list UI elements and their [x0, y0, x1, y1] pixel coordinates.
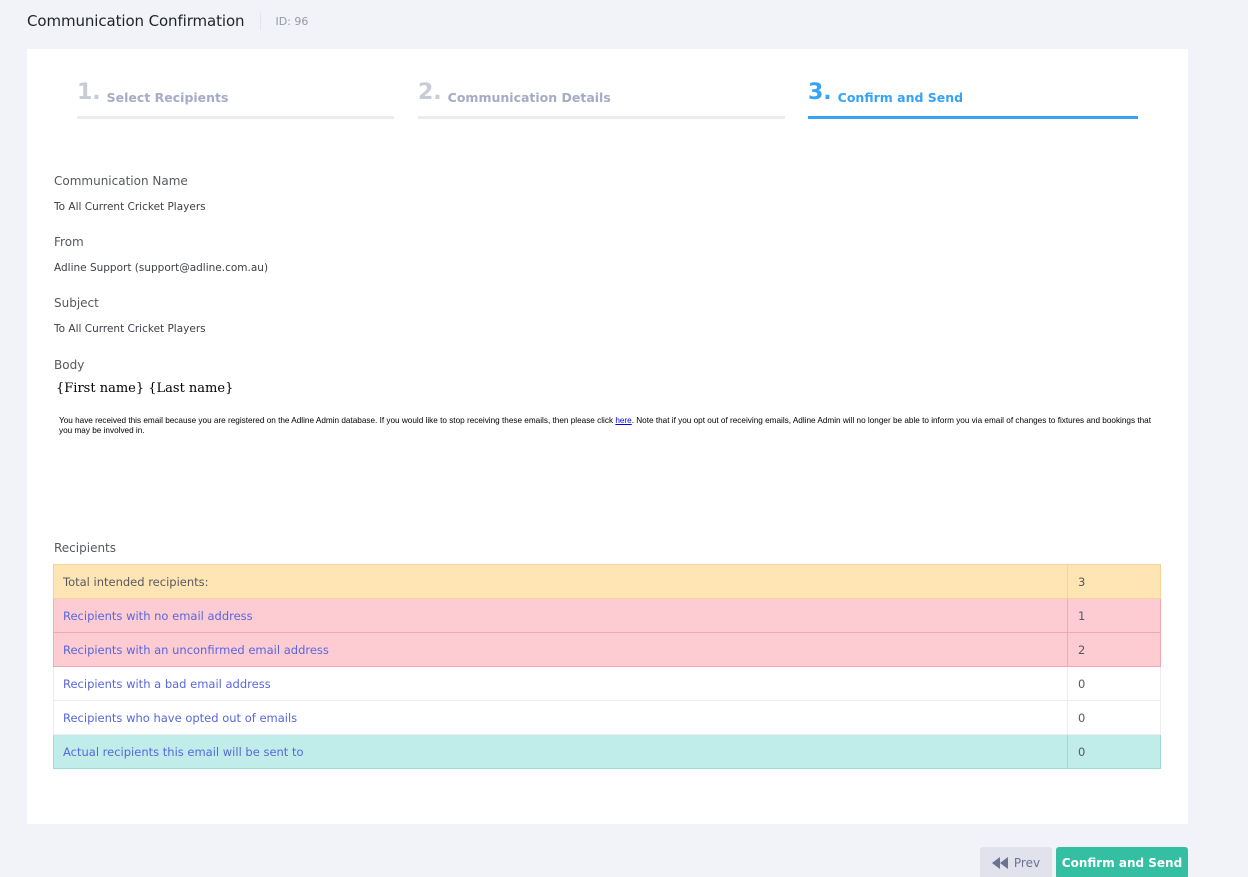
footer-text-start: You have received this email because you… — [59, 416, 616, 425]
unsubscribe-link[interactable]: here — [615, 416, 631, 425]
row-link[interactable]: Recipients with an unconfirmed email add… — [53, 632, 1068, 667]
page-header: Communication Confirmation ID: 96 — [27, 11, 308, 31]
step-confirm-and-send[interactable]: 3. Confirm and Send — [808, 79, 1138, 119]
body-greeting: {First name} {Last name} — [56, 381, 234, 396]
recipients-table: Total intended recipients: 3 Recipients … — [53, 564, 1161, 769]
subject-label: Subject — [54, 296, 99, 310]
row-label: Total intended recipients: — [53, 564, 1068, 599]
body-label: Body — [54, 358, 85, 372]
from-label: From — [54, 235, 84, 249]
row-link[interactable]: Recipients with no email address — [53, 598, 1068, 633]
header-divider — [260, 12, 262, 30]
step-label: Confirm and Send — [837, 90, 964, 105]
row-count: 0 — [1067, 734, 1161, 769]
page-title: Communication Confirmation — [27, 12, 245, 30]
prev-button[interactable]: Prev — [980, 847, 1052, 877]
communication-name-label: Communication Name — [54, 174, 188, 188]
row-link[interactable]: Recipients with a bad email address — [53, 666, 1068, 701]
table-row: Recipients with no email address 1 — [53, 598, 1161, 633]
body-unsubscribe-text: You have received this email because you… — [59, 416, 1159, 436]
prev-button-label: Prev — [1013, 856, 1041, 870]
step-label: Communication Details — [447, 90, 611, 105]
row-link[interactable]: Actual recipients this email will be sen… — [53, 734, 1068, 769]
table-row: Total intended recipients: 3 — [53, 564, 1161, 599]
table-row: Recipients who have opted out of emails … — [53, 700, 1161, 735]
row-count: 2 — [1067, 632, 1161, 667]
record-id: ID: 96 — [275, 14, 309, 28]
step-number: 3. — [808, 80, 832, 105]
recipients-heading: Recipients — [54, 541, 117, 555]
step-communication-details[interactable]: 2. Communication Details — [418, 79, 785, 119]
step-select-recipients[interactable]: 1. Select Recipients — [77, 79, 394, 119]
from-value: Adline Support (support@adline.com.au) — [54, 262, 269, 274]
row-count: 0 — [1067, 666, 1161, 701]
table-row: Recipients with a bad email address 0 — [53, 666, 1161, 701]
step-label: Select Recipients — [106, 90, 229, 105]
row-link[interactable]: Recipients who have opted out of emails — [53, 700, 1068, 735]
rewind-icon — [991, 857, 1008, 869]
row-count: 0 — [1067, 700, 1161, 735]
step-number: 2. — [418, 80, 442, 105]
step-number: 1. — [77, 80, 101, 105]
table-row: Actual recipients this email will be sen… — [53, 734, 1161, 769]
row-count: 1 — [1067, 598, 1161, 633]
communication-name-value: To All Current Cricket Players — [54, 201, 206, 213]
table-row: Recipients with an unconfirmed email add… — [53, 632, 1161, 667]
subject-value: To All Current Cricket Players — [54, 323, 206, 335]
row-count: 3 — [1067, 564, 1161, 599]
confirm-and-send-button[interactable]: Confirm and Send — [1056, 847, 1188, 877]
wizard-card: 1. Select Recipients 2. Communication De… — [27, 49, 1188, 824]
confirm-button-label: Confirm and Send — [1061, 856, 1183, 870]
